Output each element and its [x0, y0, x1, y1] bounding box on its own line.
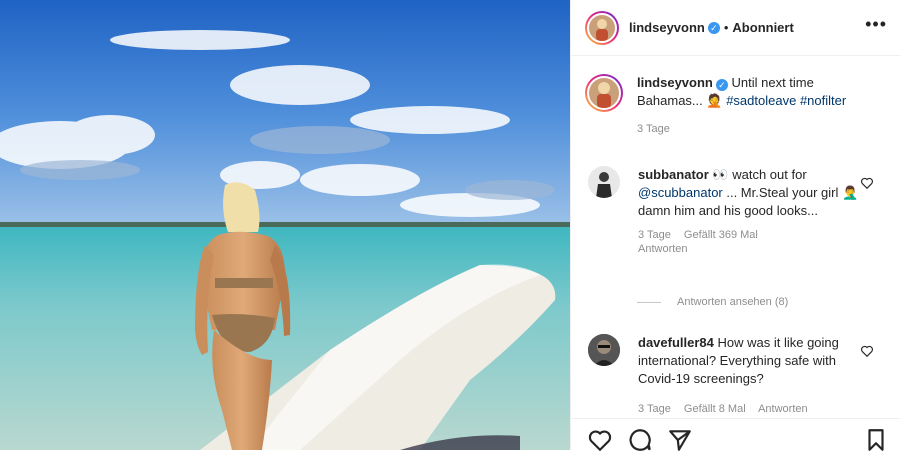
comment-username[interactable]: davefuller84 — [638, 335, 714, 350]
beach-image — [0, 0, 570, 450]
action-bar — [571, 418, 900, 453]
facepalm-emoji: 🤦 — [706, 93, 723, 108]
post-photo[interactable] — [0, 0, 570, 450]
more-options-icon[interactable]: ••• — [865, 14, 887, 35]
comment-username[interactable]: subbanator — [638, 167, 709, 182]
facepalm-emoji: 🤦‍♂️ — [841, 185, 859, 200]
comment-body-b: ... Mr.Steal your girl — [722, 185, 842, 200]
author-avatar[interactable] — [585, 10, 619, 45]
caption-username[interactable]: lindseyvonn — [637, 75, 713, 90]
comment-time[interactable]: 3 Tage — [638, 229, 671, 241]
comment-item: subbanator 👀 watch out for @scubbanator … — [571, 166, 900, 256]
follow-status-button[interactable]: Abonniert — [732, 20, 793, 35]
comment-item: davefuller84 How was it like going inter… — [571, 334, 900, 416]
comment-body-a: watch out for — [728, 167, 807, 182]
comment-icon[interactable] — [627, 427, 653, 453]
hashtag-sadtoleave[interactable]: #sadtoleave — [726, 93, 796, 108]
caption-avatar[interactable] — [585, 74, 623, 112]
author-username[interactable]: lindseyvonn — [629, 20, 705, 35]
comment-time[interactable]: 3 Tage — [638, 403, 671, 415]
comment-body-c: damn him and his good looks... — [638, 203, 818, 218]
post-panel: lindseyvonn ✓ • Abonniert ••• lindseyvon… — [570, 0, 900, 453]
share-icon[interactable] — [667, 427, 693, 453]
hashtag-nofilter[interactable]: #nofilter — [800, 93, 846, 108]
commenter-avatar[interactable] — [588, 334, 620, 366]
comment-likes[interactable]: Gefällt 8 Mal — [684, 403, 746, 415]
like-icon[interactable] — [587, 427, 613, 453]
comment-text: subbanator 👀 watch out for @scubbanator … — [638, 166, 863, 220]
like-comment-icon[interactable] — [860, 344, 874, 358]
comment-text: davefuller84 How was it like going inter… — [638, 334, 863, 388]
replies-line — [637, 301, 661, 303]
caption: lindseyvonn ✓ Until next time Bahamas... … — [571, 74, 900, 136]
commenter-avatar[interactable] — [588, 166, 620, 198]
view-replies-button[interactable]: Antworten ansehen (8) — [637, 296, 788, 308]
reply-button[interactable]: Antworten — [758, 403, 808, 415]
verified-icon: ✓ — [707, 21, 720, 34]
eyes-emoji: 👀 — [712, 167, 729, 182]
like-comment-icon[interactable] — [860, 176, 874, 190]
reply-button[interactable]: Antworten — [638, 243, 688, 255]
header-separator: • — [723, 20, 729, 35]
verified-icon: ✓ — [715, 79, 728, 91]
caption-text: lindseyvonn ✓ Until next time Bahamas... … — [637, 74, 862, 110]
comment-likes[interactable]: Gefällt 369 Mal — [684, 229, 758, 241]
save-icon[interactable] — [863, 427, 889, 453]
caption-time[interactable]: 3 Tage — [637, 123, 670, 135]
view-replies-label: Antworten ansehen (8) — [677, 296, 789, 308]
mention-link[interactable]: @scubbanator — [638, 185, 723, 200]
post-header: lindseyvonn ✓ • Abonniert ••• — [571, 0, 900, 56]
